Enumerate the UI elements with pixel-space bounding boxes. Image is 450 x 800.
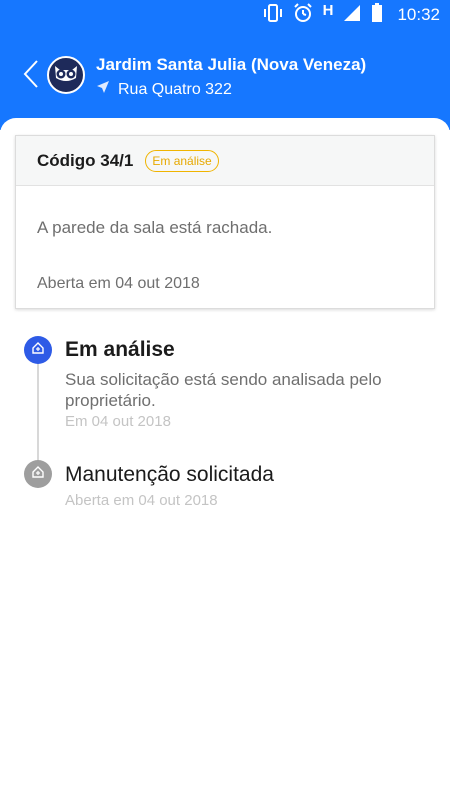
timeline-step-inactive-dot bbox=[24, 460, 52, 488]
card-header: Código 34/1 Em análise bbox=[16, 136, 434, 186]
request-code: Código 34/1 bbox=[37, 150, 134, 170]
request-description: A parede da sala está rachada. bbox=[37, 218, 273, 237]
owl-avatar-icon bbox=[52, 62, 80, 89]
back-arrow-icon bbox=[23, 59, 39, 94]
property-title: Jardim Santa Julia (Nova Veneza) bbox=[96, 55, 367, 74]
app-header: Jardim Santa Julia (Nova Veneza) Rua Qua… bbox=[0, 30, 450, 130]
status-bar: H 10:32 bbox=[0, 0, 450, 30]
step-title-em-analise: Em análise bbox=[65, 338, 175, 361]
address-label: Rua Quatro 322 bbox=[118, 80, 232, 98]
status-icons: H 10:32 bbox=[263, 1, 440, 28]
signal-icon bbox=[343, 4, 361, 27]
vibrate-icon bbox=[263, 3, 283, 27]
step-date-em-analise: Em 04 out 2018 bbox=[65, 413, 171, 430]
back-button[interactable] bbox=[16, 56, 46, 96]
avatar bbox=[47, 56, 85, 94]
location-arrow-icon bbox=[96, 80, 110, 99]
property-address: Rua Quatro 322 bbox=[96, 80, 232, 99]
timeline-step-active-dot bbox=[24, 336, 52, 364]
house-icon bbox=[31, 465, 45, 484]
battery-icon bbox=[371, 2, 383, 28]
timeline-connector bbox=[37, 350, 39, 474]
alarm-icon bbox=[293, 2, 313, 28]
request-opened-date: Aberta em 04 out 2018 bbox=[37, 275, 200, 292]
network-type-label: H bbox=[322, 1, 334, 19]
status-badge: Em análise bbox=[145, 149, 219, 172]
request-card[interactable]: Código 34/1 Em análise A parede da sala … bbox=[15, 135, 435, 309]
status-time: 10:32 bbox=[397, 5, 440, 24]
house-icon bbox=[31, 341, 45, 360]
step-title-manutencao-solicitada: Manutenção solicitada bbox=[65, 463, 274, 486]
step-description-em-analise: Sua solicitação está sendo analisada pel… bbox=[65, 370, 382, 410]
step-date-manutencao-solicitada: Aberta em 04 out 2018 bbox=[65, 492, 218, 509]
